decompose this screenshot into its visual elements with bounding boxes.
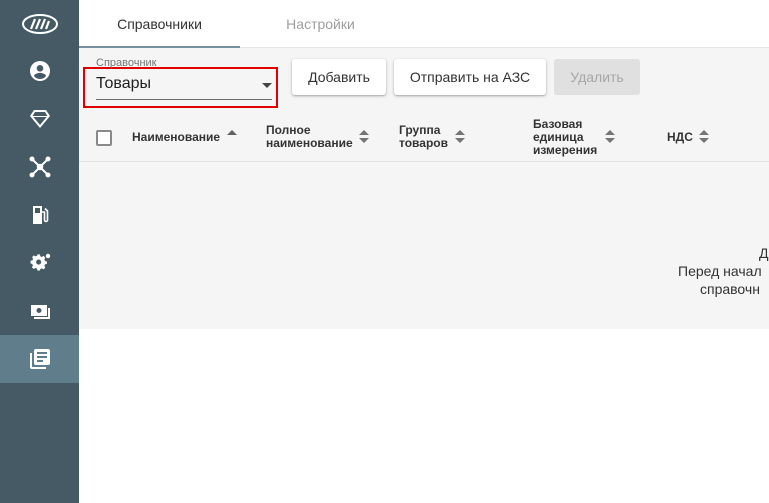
column-header-label: Наименование <box>132 130 221 144</box>
sidebar-item-account[interactable] <box>0 47 79 95</box>
sidebar-item-network[interactable] <box>0 143 79 191</box>
column-header-label: измерения <box>533 143 598 157</box>
sidebar-item-references[interactable] <box>0 335 79 383</box>
tab-bar: Справочники Настройки <box>79 0 769 48</box>
cash-icon <box>30 305 50 319</box>
sort-asc-icon[interactable] <box>227 130 237 144</box>
caret-down-icon[interactable] <box>262 83 272 88</box>
reference-select[interactable]: Товары <box>96 75 151 93</box>
empty-state-text: справочн <box>700 281 760 297</box>
empty-state-title: Д <box>759 245 769 261</box>
column-header-label: НДС <box>667 130 693 144</box>
column-header-unit[interactable]: Базовая единица измерения <box>533 118 597 157</box>
sidebar-item-settings[interactable] <box>0 239 79 287</box>
main-content: Справочники Настройки Справочник Товары … <box>79 0 769 503</box>
select-all-checkbox[interactable] <box>96 130 112 146</box>
column-header-full-name[interactable]: Полное наименование <box>266 124 353 150</box>
sort-icon[interactable] <box>605 130 615 144</box>
sort-icon[interactable] <box>455 130 465 144</box>
column-header-label: наименование <box>266 136 353 150</box>
logo-icon <box>21 14 58 34</box>
sort-icon[interactable] <box>359 130 369 144</box>
add-button[interactable]: Добавить <box>292 59 386 95</box>
select-underline <box>96 99 272 100</box>
sidebar-item-stations[interactable] <box>0 191 79 239</box>
send-to-station-button[interactable]: Отправить на АЗС <box>394 59 546 95</box>
sort-icon[interactable] <box>699 130 709 144</box>
reference-select-label: Справочник <box>96 57 157 69</box>
sidebar-item-loyalty[interactable] <box>0 95 79 143</box>
tab-settings[interactable]: Настройки <box>240 0 401 48</box>
sidebar <box>0 0 79 503</box>
sidebar-item-finance[interactable] <box>0 287 79 335</box>
delete-button[interactable]: Удалить <box>554 59 640 95</box>
sidebar-logo[interactable] <box>0 0 79 48</box>
gear-icon <box>30 253 50 271</box>
diamond-icon <box>29 110 50 128</box>
network-icon <box>29 156 50 178</box>
column-header-group[interactable]: Группа товаров <box>399 124 448 150</box>
column-header-name[interactable]: Наименование <box>132 131 220 144</box>
column-header-label: товаров <box>399 136 448 150</box>
tab-references[interactable]: Справочники <box>79 0 240 48</box>
empty-state-text: Перед начал <box>678 263 762 279</box>
column-header-vat[interactable]: НДС <box>667 131 693 144</box>
account-icon <box>29 61 50 81</box>
app-window: Справочники Настройки Справочник Товары … <box>0 0 769 503</box>
library-books-icon <box>29 349 50 369</box>
fuel-pump-icon <box>32 206 48 224</box>
